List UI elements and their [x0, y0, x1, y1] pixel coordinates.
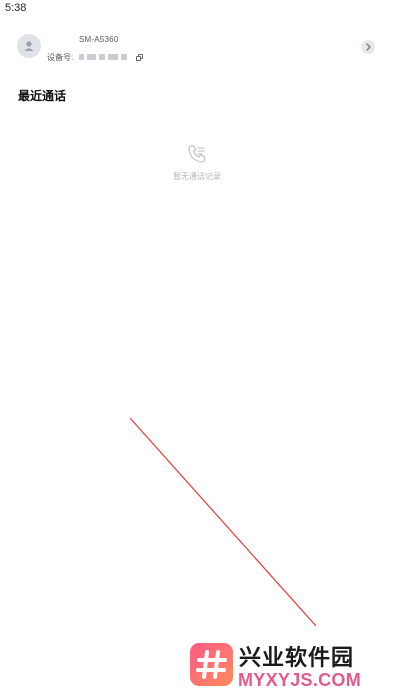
watermark-logo — [190, 643, 233, 686]
watermark: 兴业软件园 MYXYJS.COM — [187, 640, 387, 694]
watermark-url: MYXYJS.COM — [238, 670, 362, 690]
watermark-title: 兴业软件园 — [239, 645, 355, 670]
hash-logo-icon — [196, 650, 227, 679]
annotation-line — [129, 417, 317, 627]
